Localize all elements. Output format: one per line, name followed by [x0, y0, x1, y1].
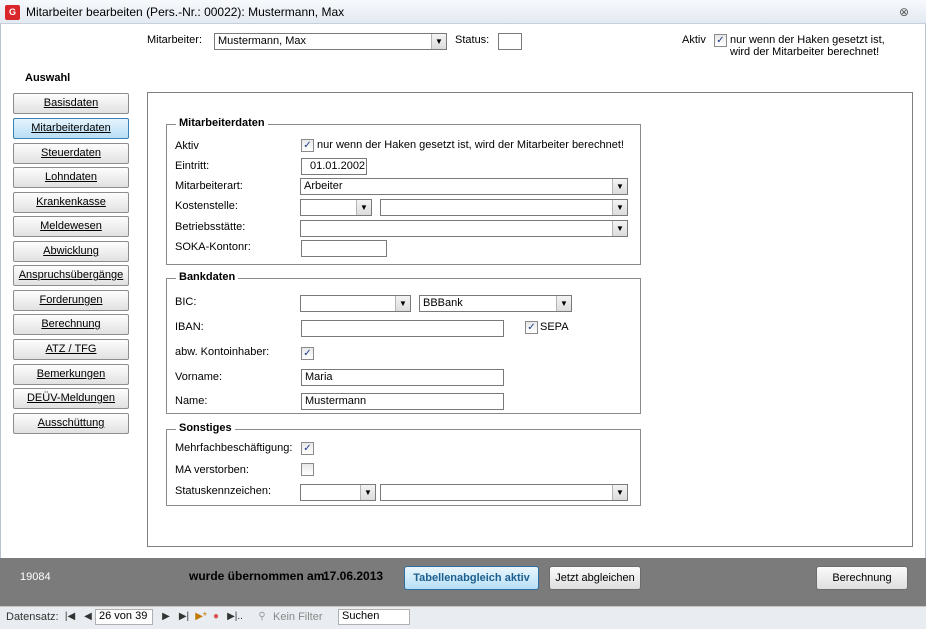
uebernommen-text: wurde übernommen am [189, 569, 325, 583]
jetzt-abgleichen-button[interactable]: Jetzt abgleichen [549, 566, 641, 590]
sidebar-item-steuerdaten[interactable]: Steuerdaten [13, 143, 129, 164]
soka-label: SOKA-Kontonr: [175, 241, 251, 253]
sidebar-item-atz-tfg[interactable]: ATZ / TFG [13, 339, 129, 360]
bic-select[interactable]: ▼ [300, 295, 411, 312]
eintritt-label: Eintritt: [175, 160, 210, 172]
filter-label[interactable]: Kein Filter [273, 611, 323, 623]
abw-kontoinhaber-checkbox[interactable]: ✓ [301, 347, 314, 360]
active-checkbox[interactable]: ✓ [714, 34, 727, 47]
group-title-mitarbeiterdaten: Mitarbeiterdaten [176, 117, 268, 129]
name-label: Name: [175, 395, 208, 407]
statuskennzeichen-select-2[interactable]: ▼ [380, 484, 628, 501]
sepa-label: SEPA [540, 321, 569, 333]
chevron-down-icon[interactable]: ▼ [360, 485, 375, 500]
sidebar-item-berechnung[interactable]: Berechnung [13, 314, 129, 335]
soka-field[interactable] [301, 240, 387, 257]
sidebar-item-abwicklung[interactable]: Abwicklung [13, 241, 129, 262]
employee-select-value: Mustermann, Max [218, 35, 307, 47]
betriebsstaette-select[interactable]: ▼ [300, 220, 628, 237]
berechnung-button[interactable]: Berechnung [816, 566, 908, 590]
sidebar-item-lohndaten[interactable]: Lohndaten [13, 167, 129, 188]
verstorben-checkbox[interactable] [301, 463, 314, 476]
uebernommen-date: 17.06.2013 [323, 569, 384, 583]
mehrfach-checkbox[interactable]: ✓ [301, 442, 314, 455]
title-bar: G Mitarbeiter bearbeiten (Pers.-Nr.: 000… [0, 0, 926, 24]
sidebar-item-bemerkungen[interactable]: Bemerkungen [13, 364, 129, 385]
sidebar-item-forderungen[interactable]: Forderungen [13, 290, 129, 311]
group-title-sonstiges: Sonstiges [176, 422, 235, 434]
chevron-down-icon[interactable]: ▼ [431, 34, 446, 49]
betriebsstaette-label: Betriebsstätte: [175, 221, 246, 233]
employee-select[interactable]: Mustermann, Max ▼ [214, 33, 447, 50]
chevron-down-icon[interactable]: ▼ [612, 485, 627, 500]
more-icon[interactable]: ▶|.. [227, 606, 243, 627]
sidebar-title: Auswahl [25, 72, 71, 84]
record-nav-label: Datensatz: [6, 611, 59, 623]
kostenstelle-select-1[interactable]: ▼ [300, 199, 372, 216]
chevron-down-icon[interactable]: ▼ [612, 179, 627, 194]
previous-record-icon[interactable]: ◀ [83, 606, 93, 627]
mitarbeiterart-label: Mitarbeiterart: [175, 180, 243, 192]
active-label: Aktiv [682, 34, 706, 46]
employee-label: Mitarbeiter: [147, 34, 203, 46]
sepa-checkbox[interactable]: ✓ [525, 321, 538, 334]
delete-record-icon[interactable]: ● [211, 606, 221, 627]
verstorben-label: MA verstorben: [175, 464, 249, 476]
status-label: Status: [455, 34, 490, 46]
kostenstelle-select-2[interactable]: ▼ [380, 199, 628, 216]
chevron-down-icon[interactable]: ▼ [612, 200, 627, 215]
sidebar-item-ausschüttung[interactable]: Ausschüttung [13, 413, 129, 434]
chevron-down-icon[interactable]: ▼ [612, 221, 627, 236]
search-input[interactable]: Suchen [338, 609, 410, 625]
iban-label: IBAN: [175, 321, 204, 333]
abw-kontoinhaber-label: abw. Kontoinhaber: [175, 346, 270, 358]
next-record-icon[interactable]: ▶ [161, 606, 171, 627]
filter-icon[interactable]: ⚲ [256, 606, 268, 627]
sidebar-item-basisdaten[interactable]: Basisdaten [13, 93, 129, 114]
mitarbeiterart-select[interactable]: Arbeiter ▼ [300, 178, 628, 195]
aktiv-checkbox[interactable]: ✓ [301, 139, 314, 152]
last-record-icon[interactable]: ▶| [178, 606, 190, 627]
eintritt-field[interactable]: 01.01.2002 [301, 158, 367, 175]
sidebar-item-mitarbeiterdaten[interactable]: Mitarbeiterdaten [13, 118, 129, 139]
vorname-label: Vorname: [175, 371, 223, 383]
tabellenabgleich-button[interactable]: Tabellenabgleich aktiv [404, 566, 539, 590]
active-hint-line1: nur wenn der Haken gesetzt ist, [730, 34, 885, 46]
statuskennzeichen-label: Statuskennzeichen: [175, 485, 272, 497]
statuskennzeichen-select-1[interactable]: ▼ [300, 484, 376, 501]
iban-field[interactable] [301, 320, 504, 337]
sidebar-item-anspruchsübergänge[interactable]: Anspruchsübergänge [13, 265, 129, 286]
app-icon: G [5, 5, 20, 20]
record-position-field[interactable]: 26 von 39 [95, 609, 153, 625]
bic-label: BIC: [175, 296, 197, 308]
chevron-down-icon[interactable]: ▼ [395, 296, 410, 311]
vorname-field[interactable]: Maria [301, 369, 504, 386]
window-title: Mitarbeiter bearbeiten (Pers.-Nr.: 00022… [26, 5, 345, 19]
aktiv-label: Aktiv [175, 140, 199, 152]
name-field[interactable]: Mustermann [301, 393, 504, 410]
first-record-icon[interactable]: |◀ [64, 606, 76, 627]
chevron-down-icon[interactable]: ▼ [556, 296, 571, 311]
aktiv-hint: nur wenn der Haken gesetzt ist, wird der… [317, 139, 624, 151]
group-title-bankdaten: Bankdaten [176, 271, 239, 283]
active-hint-line2: wird der Mitarbeiter berechnet! [730, 46, 880, 58]
record-id: 19084 [20, 571, 51, 583]
new-record-icon[interactable]: ▶* [195, 606, 207, 627]
close-icon[interactable]: ⊗ [897, 5, 911, 19]
bank-select[interactable]: BBBank ▼ [419, 295, 572, 312]
sidebar-item-meldewesen[interactable]: Meldewesen [13, 216, 129, 237]
sidebar-item-deüv-meldungen[interactable]: DEÜV-Meldungen [13, 388, 129, 409]
status-field[interactable] [498, 33, 522, 50]
sidebar-item-krankenkasse[interactable]: Krankenkasse [13, 192, 129, 213]
chevron-down-icon[interactable]: ▼ [356, 200, 371, 215]
kostenstelle-label: Kostenstelle: [175, 200, 238, 212]
mehrfach-label: Mehrfachbeschäftigung: [175, 442, 293, 454]
